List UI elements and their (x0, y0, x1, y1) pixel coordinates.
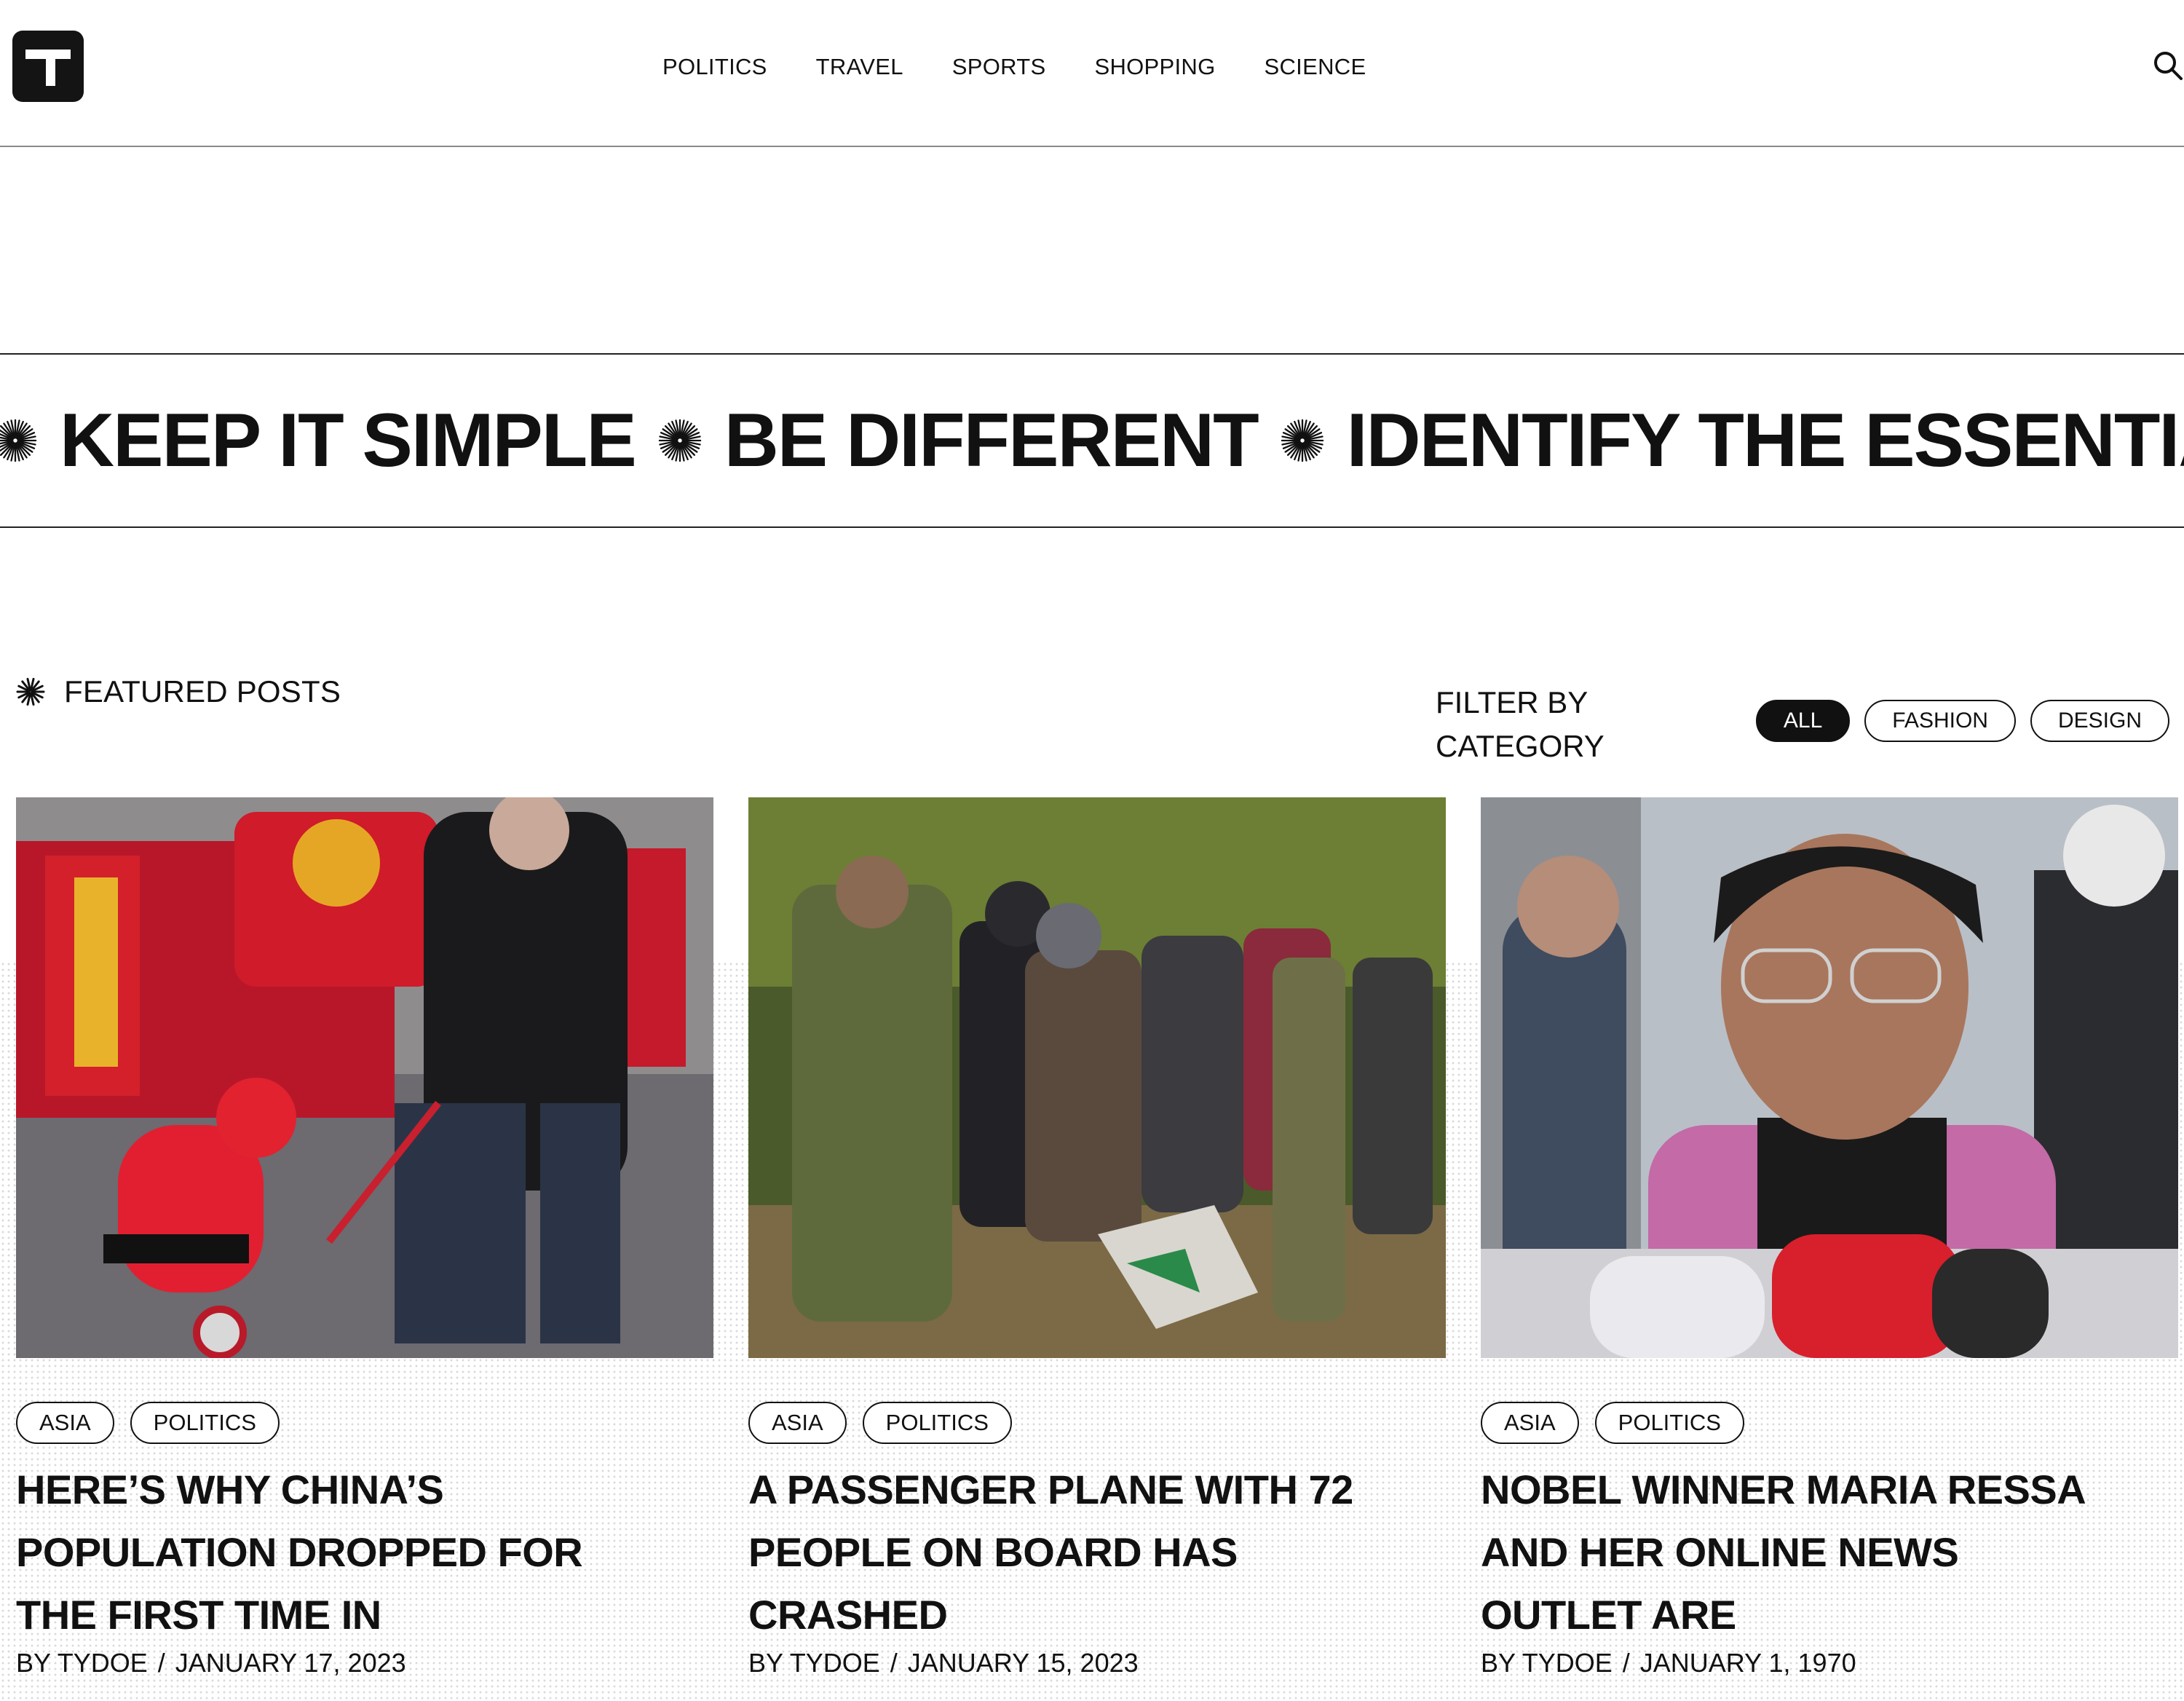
meta-separator: / (157, 1648, 165, 1678)
post-meta: BY TYDOE / JANUARY 17, 2023 (16, 1648, 713, 1678)
nav-item-sports[interactable]: SPORTS (952, 52, 1046, 82)
post-date: JANUARY 1, 1970 (1639, 1648, 1856, 1678)
tag-asia[interactable]: ASIA (16, 1402, 114, 1444)
tag-asia[interactable]: ASIA (748, 1402, 847, 1444)
meta-separator: / (1622, 1648, 1630, 1678)
marquee-track: KEEP IT SIMPLE BE DIFFERENT IDENTIFY THE… (0, 355, 2184, 526)
nav-item-travel[interactable]: TRAVEL (816, 52, 903, 82)
post-card[interactable]: ASIA POLITICS HERE’S WHY CHINA’S POPULAT… (16, 797, 713, 1678)
nav-item-science[interactable]: SCIENCE (1265, 52, 1366, 82)
filter-fashion-button[interactable]: FASHION (1864, 700, 2016, 742)
post-tags: ASIA POLITICS (1481, 1402, 2178, 1444)
post-date: JANUARY 15, 2023 (907, 1648, 1139, 1678)
post-title[interactable]: A PASSENGER PLANE WITH 72 PEOPLE ON BOAR… (748, 1459, 1374, 1646)
post-author[interactable]: BY TYDOE (16, 1648, 148, 1678)
t-logo-icon[interactable] (12, 31, 84, 102)
logo-stem (46, 50, 55, 86)
starburst-icon (0, 419, 37, 462)
post-title[interactable]: HERE’S WHY CHINA’S POPULATION DROPPED FO… (16, 1459, 642, 1646)
tag-politics[interactable]: POLITICS (130, 1402, 280, 1444)
starburst-icon (1281, 419, 1324, 462)
post-image[interactable] (1481, 797, 2178, 1358)
post-title[interactable]: NOBEL WINNER MARIA RESSA AND HER ONLINE … (1481, 1459, 2107, 1646)
post-tags: ASIA POLITICS (748, 1402, 1446, 1444)
post-date: JANUARY 17, 2023 (175, 1648, 406, 1678)
post-image[interactable] (16, 797, 713, 1358)
post-author[interactable]: BY TYDOE (1481, 1648, 1613, 1678)
filter-label: FILTER BY CATEGORY (1436, 685, 1605, 763)
asterisk-icon (16, 677, 45, 706)
post-card[interactable]: ASIA POLITICS NOBEL WINNER MARIA RESSA A… (1481, 797, 2178, 1678)
featured-posts-title: FEATURED POSTS (64, 674, 341, 709)
tag-politics[interactable]: POLITICS (862, 1402, 1012, 1444)
featured-posts-heading: FEATURED POSTS (16, 670, 341, 714)
post-card[interactable]: ASIA POLITICS A PASSENGER PLANE WITH 72 … (748, 797, 1446, 1678)
filter-all-button[interactable]: ALL (1755, 700, 1851, 742)
site-header: POLITICS TRAVEL SPORTS SHOPPING SCIENCE (0, 0, 2184, 147)
starburst-icon (658, 419, 701, 462)
search-icon[interactable] (2152, 50, 2184, 82)
category-filter: FILTER BY CATEGORY ALL FASHION DESIGN (1436, 674, 2184, 768)
nav-item-shopping[interactable]: SHOPPING (1094, 52, 1215, 82)
slogan-marquee: KEEP IT SIMPLE BE DIFFERENT IDENTIFY THE… (0, 353, 2184, 528)
post-tags: ASIA POLITICS (16, 1402, 713, 1444)
main-nav: POLITICS TRAVEL SPORTS SHOPPING SCIENCE (662, 52, 1415, 82)
marquee-phrase: BE DIFFERENT (724, 398, 1259, 483)
post-author[interactable]: BY TYDOE (748, 1648, 880, 1678)
tag-asia[interactable]: ASIA (1481, 1402, 1579, 1444)
post-image[interactable] (748, 797, 1446, 1358)
post-meta: BY TYDOE / JANUARY 15, 2023 (748, 1648, 1446, 1678)
marquee-phrase: KEEP IT SIMPLE (60, 398, 637, 483)
marquee-phrase: IDENTIFY THE ESSENTIAL (1346, 398, 2184, 483)
tag-politics[interactable]: POLITICS (1594, 1402, 1744, 1444)
filter-design-button[interactable]: DESIGN (2030, 700, 2169, 742)
post-meta: BY TYDOE / JANUARY 1, 1970 (1481, 1648, 2178, 1678)
nav-item-politics[interactable]: POLITICS (662, 52, 767, 82)
meta-separator: / (890, 1648, 898, 1678)
